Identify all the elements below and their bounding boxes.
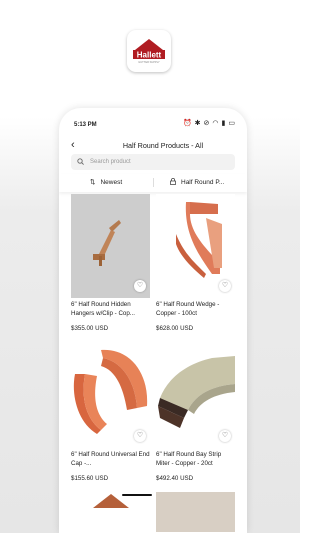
category-button[interactable]: Half Round P... [170,178,224,187]
product-name: 6" Half Round Hidden Hangers w/Clip - Co… [71,301,135,317]
hallett-logo: Hallett GUTTER SUPPLY [127,30,171,72]
product-card-partial[interactable] [71,494,150,533]
favorite-heart-icon[interactable]: ♡ [219,280,231,292]
product-card[interactable]: ♡ 6" Half Round Hidden Hangers w/Clip - … [71,194,150,332]
svg-text:Hallett: Hallett [137,51,162,60]
product-image: ♡ [156,194,235,298]
alarm-icon: ⏰ [182,120,192,127]
back-arrow-icon[interactable]: ‹ [71,139,75,151]
favorite-heart-icon[interactable]: ♡ [134,430,146,442]
favorite-heart-icon[interactable]: ♡ [219,430,231,442]
sort-icon: ⇅ [90,179,96,186]
home-indicator[interactable] [122,494,152,496]
product-image [156,492,235,532]
product-price: $355.00 USD [71,325,109,332]
lock-icon [170,178,176,187]
product-image: ♡ [156,344,235,448]
filter-divider [153,178,154,187]
search-input[interactable]: Search product [71,154,235,170]
mute-icon: ⊘ [203,120,210,127]
product-name: 6" Half Round Bay Strip Miter - Copper -… [156,451,222,467]
product-image: ♡ [71,194,150,298]
product-card[interactable]: ♡ 6" Half Round Bay Strip Miter - Copper… [156,344,235,482]
product-price: $492.40 USD [156,475,194,482]
search-icon [77,157,84,167]
product-grid: ♡ 6" Half Round Hidden Hangers w/Clip - … [59,192,247,533]
status-time: 5:13 PM [74,122,97,128]
product-card[interactable]: ♡ 6" Half Round Wedge - Copper - 100ct $… [156,194,235,332]
svg-text:GUTTER SUPPLY: GUTTER SUPPLY [138,60,160,64]
sort-label: Newest [100,178,123,186]
category-label: Half Round P... [181,179,225,186]
product-name: 6" Half Round Universal End Cap -... [71,451,150,467]
product-card-partial[interactable] [156,492,235,532]
phone-frame: 5:13 PM ⏰ ✱ ⊘ ◠ ▮ ▭ ‹ Half Round Product… [59,108,247,533]
product-card[interactable]: ♡ 6" Half Round Universal End Cap -... $… [71,344,150,482]
status-icons: ⏰ ✱ ⊘ ◠ ▮ ▭ [183,120,235,128]
product-price: $155.60 USD [71,475,109,482]
status-bar: 5:13 PM ⏰ ✱ ⊘ ◠ ▮ ▭ [59,108,247,138]
product-name: 6" Half Round Wedge - Copper - 100ct [156,301,220,317]
wifi-icon: ◠ [212,120,219,127]
search-placeholder: Search product [90,159,131,165]
product-image: ♡ [71,344,150,448]
page-title: Half Round Products - All [122,141,204,150]
filter-bar: ⇅ Newest Half Round P... [59,174,247,192]
header-bar: ‹ Half Round Products - All [59,138,247,154]
bluetooth-icon: ✱ [194,120,201,127]
favorite-heart-icon[interactable]: ♡ [134,280,146,292]
product-price: $628.00 USD [156,325,194,332]
battery-icon: ▭ [228,120,235,127]
sort-button[interactable]: ⇅ Newest [90,178,123,187]
product-image [71,494,150,533]
signal-icon: ▮ [221,120,226,127]
